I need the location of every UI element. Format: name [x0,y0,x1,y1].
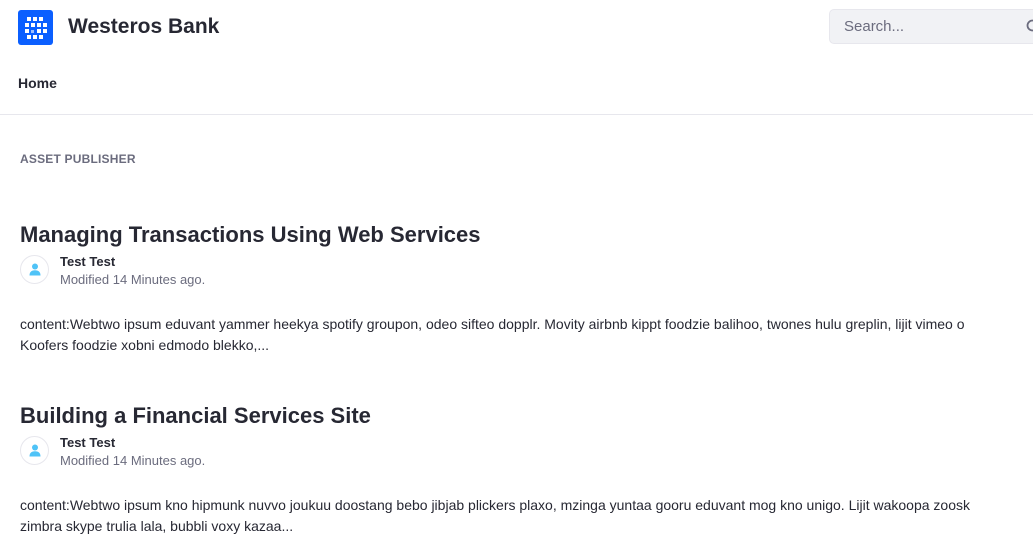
asset-entry-title[interactable]: Managing Transactions Using Web Services [20,222,481,248]
user-icon [29,444,41,457]
search-bar [829,9,1033,44]
avatar [20,255,49,284]
search-icon[interactable] [1026,19,1033,35]
main-navigation: Home [0,56,1033,115]
author-name: Test Test [60,435,116,450]
liferay-logo-icon[interactable] [18,10,53,45]
search-input[interactable] [830,10,1033,43]
author-name: Test Test [60,254,116,269]
summary-line: content:Webtwo ipsum eduvant yammer heek… [20,316,965,332]
asset-entry-title[interactable]: Building a Financial Services Site [20,403,371,429]
nav-item-home[interactable]: Home [18,75,57,91]
user-icon [29,263,41,276]
asset-entry-summary: content:Webtwo ipsum eduvant yammer heek… [20,314,1033,356]
avatar [20,436,49,465]
modified-date: Modified 14 Minutes ago. [60,272,206,287]
portlet-title: ASSET PUBLISHER [20,152,136,166]
asset-entry-summary: content:Webtwo ipsum kno hipmunk nuvvo j… [20,495,1033,537]
summary-line: zimbra skype trulia lala, bubbli voxy ka… [20,518,294,534]
modified-date: Modified 14 Minutes ago. [60,453,206,468]
site-header: Westeros Bank [0,0,1033,56]
summary-line: Koofers foodzie xobni edmodo blekko,... [20,337,270,353]
site-name[interactable]: Westeros Bank [68,15,219,39]
summary-line: content:Webtwo ipsum kno hipmunk nuvvo j… [20,497,970,513]
